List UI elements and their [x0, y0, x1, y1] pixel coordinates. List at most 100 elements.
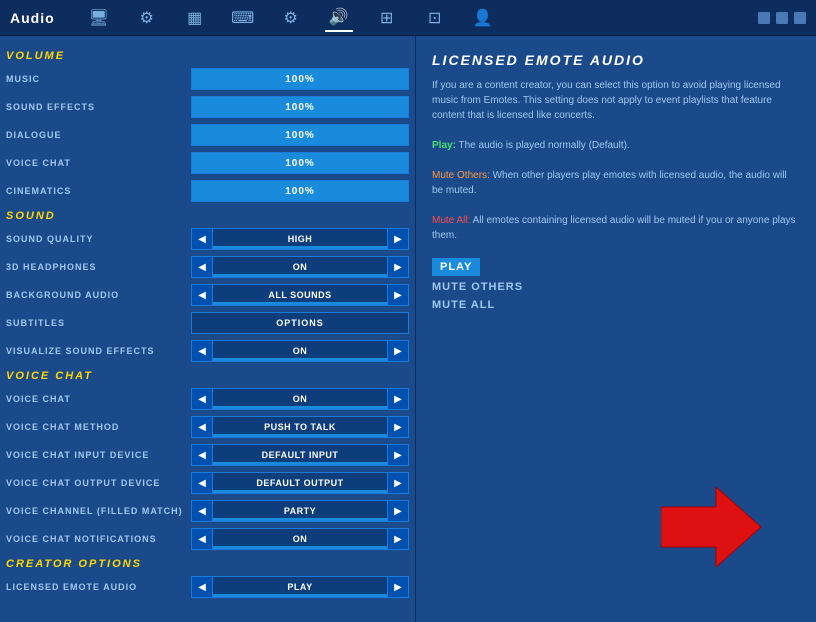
right-option-2[interactable]: MUTE ALL — [432, 296, 800, 314]
arrow-value-voicechat-1: PUSH TO TALK — [213, 416, 387, 438]
arrow-right-voicechat-0[interactable]: ▶ — [387, 388, 409, 410]
setting-row-sound-2: BACKGROUND AUDIO◀ALL SOUNDS▶ — [6, 282, 409, 308]
nav-monitor[interactable]: 🖥 — [85, 4, 113, 32]
setting-row-voicechat-4: VOICE CHANNEL (FILLED MATCH)◀PARTY▶ — [6, 498, 409, 524]
mute-all-desc: All emotes containing licensed audio wil… — [432, 215, 796, 241]
arrow-left-voicechat-0[interactable]: ◀ — [191, 388, 213, 410]
nav-network[interactable]: ⊞ — [373, 4, 401, 32]
arrow-right-sound-4[interactable]: ▶ — [387, 340, 409, 362]
right-option-0[interactable]: PLAY — [432, 258, 480, 276]
arrow-right-voicechat-3[interactable]: ▶ — [387, 472, 409, 494]
nav-controller[interactable]: ⚙ — [277, 4, 305, 32]
arrow-left-creator-0[interactable]: ◀ — [191, 576, 213, 598]
arrow-left-voicechat-5[interactable]: ◀ — [191, 528, 213, 550]
setting-row-sound-0: SOUND QUALITY◀HIGH▶ — [6, 226, 409, 252]
arrow-left-voicechat-2[interactable]: ◀ — [191, 444, 213, 466]
arrow-control-voicechat-5: ◀ON▶ — [191, 528, 409, 550]
arrow-control-sound-0: ◀HIGH▶ — [191, 228, 409, 250]
arrow-left-sound-4[interactable]: ◀ — [191, 340, 213, 362]
nav-gamepad[interactable]: ⊡ — [421, 4, 449, 32]
nav-settings[interactable]: ⚙ — [133, 4, 161, 32]
minimize-button[interactable] — [758, 12, 770, 24]
right-option-1[interactable]: MUTE OTHERS — [432, 278, 800, 296]
arrow-control-voicechat-3: ◀DEFAULT OUTPUT▶ — [191, 472, 409, 494]
setting-label-voicechat-0: VOICE CHAT — [6, 394, 191, 404]
setting-row-volume-0: MUSIC100% — [6, 66, 409, 92]
options-btn-sound-3[interactable]: OPTIONS — [191, 312, 409, 334]
setting-label-voicechat-2: VOICE CHAT INPUT DEVICE — [6, 450, 191, 460]
nav-user[interactable]: 👤 — [469, 4, 497, 32]
red-arrow-indicator — [661, 487, 761, 567]
arrow-value-voicechat-5: ON — [213, 528, 387, 550]
arrow-left-voicechat-4[interactable]: ◀ — [191, 500, 213, 522]
arrow-right-creator-0[interactable]: ▶ — [387, 576, 409, 598]
nav-keyboard[interactable]: ⌨ — [229, 4, 257, 32]
setting-row-voicechat-0: VOICE CHAT◀ON▶ — [6, 386, 409, 412]
right-panel-title: LICENSED EMOTE AUDIO — [432, 52, 800, 68]
arrow-control-voicechat-4: ◀PARTY▶ — [191, 500, 409, 522]
arrow-right-voicechat-1[interactable]: ▶ — [387, 416, 409, 438]
arrow-value-voicechat-3: DEFAULT OUTPUT — [213, 472, 387, 494]
setting-label-voicechat-3: VOICE CHAT OUTPUT DEVICE — [6, 478, 191, 488]
setting-row-volume-2: DIALOGUE100% — [6, 122, 409, 148]
page-title: Audio — [10, 10, 55, 26]
arrow-right-sound-2[interactable]: ▶ — [387, 284, 409, 306]
mute-others-label: Mute Others: — [432, 170, 490, 181]
volume-control-volume-2[interactable]: 100% — [191, 124, 409, 146]
close-button[interactable] — [794, 12, 806, 24]
setting-label-sound-2: BACKGROUND AUDIO — [6, 290, 191, 300]
arrow-value-voicechat-2: DEFAULT INPUT — [213, 444, 387, 466]
play-desc: The audio is played normally (Default). — [459, 140, 630, 151]
arrow-left-sound-0[interactable]: ◀ — [191, 228, 213, 250]
setting-label-sound-0: SOUND QUALITY — [6, 234, 191, 244]
arrow-control-sound-4: ◀ON▶ — [191, 340, 409, 362]
volume-control-volume-0[interactable]: 100% — [191, 68, 409, 90]
setting-row-voicechat-1: VOICE CHAT METHOD◀PUSH TO TALK▶ — [6, 414, 409, 440]
mute-all-label: Mute All: — [432, 215, 470, 226]
setting-row-sound-4: VISUALIZE SOUND EFFECTS◀ON▶ — [6, 338, 409, 364]
setting-label-volume-4: CINEMATICS — [6, 186, 191, 196]
arrow-left-voicechat-3[interactable]: ◀ — [191, 472, 213, 494]
setting-label-creator-0: LICENSED EMOTE AUDIO — [6, 582, 191, 592]
description-text: If you are a content creator, you can se… — [432, 80, 781, 121]
play-label: Play: — [432, 140, 456, 151]
volume-control-volume-3[interactable]: 100% — [191, 152, 409, 174]
setting-row-volume-1: SOUND EFFECTS100% — [6, 94, 409, 120]
section-header-volume: VOLUME — [6, 50, 409, 62]
setting-row-voicechat-3: VOICE CHAT OUTPUT DEVICE◀DEFAULT OUTPUT▶ — [6, 470, 409, 496]
arrow-left-voicechat-1[interactable]: ◀ — [191, 416, 213, 438]
section-header-sound: SOUND — [6, 210, 409, 222]
arrow-value-voicechat-0: ON — [213, 388, 387, 410]
arrow-right-sound-0[interactable]: ▶ — [387, 228, 409, 250]
arrow-control-creator-0: ◀PLAY▶ — [191, 576, 409, 598]
arrow-right-voicechat-5[interactable]: ▶ — [387, 528, 409, 550]
setting-row-voicechat-5: VOICE CHAT NOTIFICATIONS◀ON▶ — [6, 526, 409, 552]
setting-row-sound-3: SUBTITLESOPTIONS — [6, 310, 409, 336]
section-header-voicechat: VOICE CHAT — [6, 370, 409, 382]
arrow-value-sound-2: ALL SOUNDS — [213, 284, 387, 306]
left-panel: VOLUMEMUSIC100%SOUND EFFECTS100%DIALOGUE… — [0, 36, 415, 622]
arrow-value-sound-0: HIGH — [213, 228, 387, 250]
arrow-right-voicechat-4[interactable]: ▶ — [387, 500, 409, 522]
nav-display[interactable]: ▦ — [181, 4, 209, 32]
setting-row-creator-0: LICENSED EMOTE AUDIO◀PLAY▶ — [6, 574, 409, 600]
arrow-value-sound-1: ON — [213, 256, 387, 278]
setting-label-volume-2: DIALOGUE — [6, 130, 191, 140]
arrow-right-sound-1[interactable]: ▶ — [387, 256, 409, 278]
setting-label-voicechat-5: VOICE CHAT NOTIFICATIONS — [6, 534, 191, 544]
arrow-left-sound-2[interactable]: ◀ — [191, 284, 213, 306]
arrow-value-voicechat-4: PARTY — [213, 500, 387, 522]
nav-audio[interactable]: 🔊 — [325, 4, 353, 32]
volume-control-volume-4[interactable]: 100% — [191, 180, 409, 202]
setting-row-voicechat-2: VOICE CHAT INPUT DEVICE◀DEFAULT INPUT▶ — [6, 442, 409, 468]
section-header-creator: CREATOR OPTIONS — [6, 558, 409, 570]
arrow-control-sound-1: ◀ON▶ — [191, 256, 409, 278]
setting-label-sound-4: VISUALIZE SOUND EFFECTS — [6, 346, 191, 356]
arrow-control-voicechat-2: ◀DEFAULT INPUT▶ — [191, 444, 409, 466]
right-options-list: PLAY MUTE OTHERSMUTE ALL — [432, 257, 800, 314]
maximize-button[interactable] — [776, 12, 788, 24]
volume-control-volume-1[interactable]: 100% — [191, 96, 409, 118]
arrow-left-sound-1[interactable]: ◀ — [191, 256, 213, 278]
setting-label-volume-3: VOICE CHAT — [6, 158, 191, 168]
arrow-right-voicechat-2[interactable]: ▶ — [387, 444, 409, 466]
